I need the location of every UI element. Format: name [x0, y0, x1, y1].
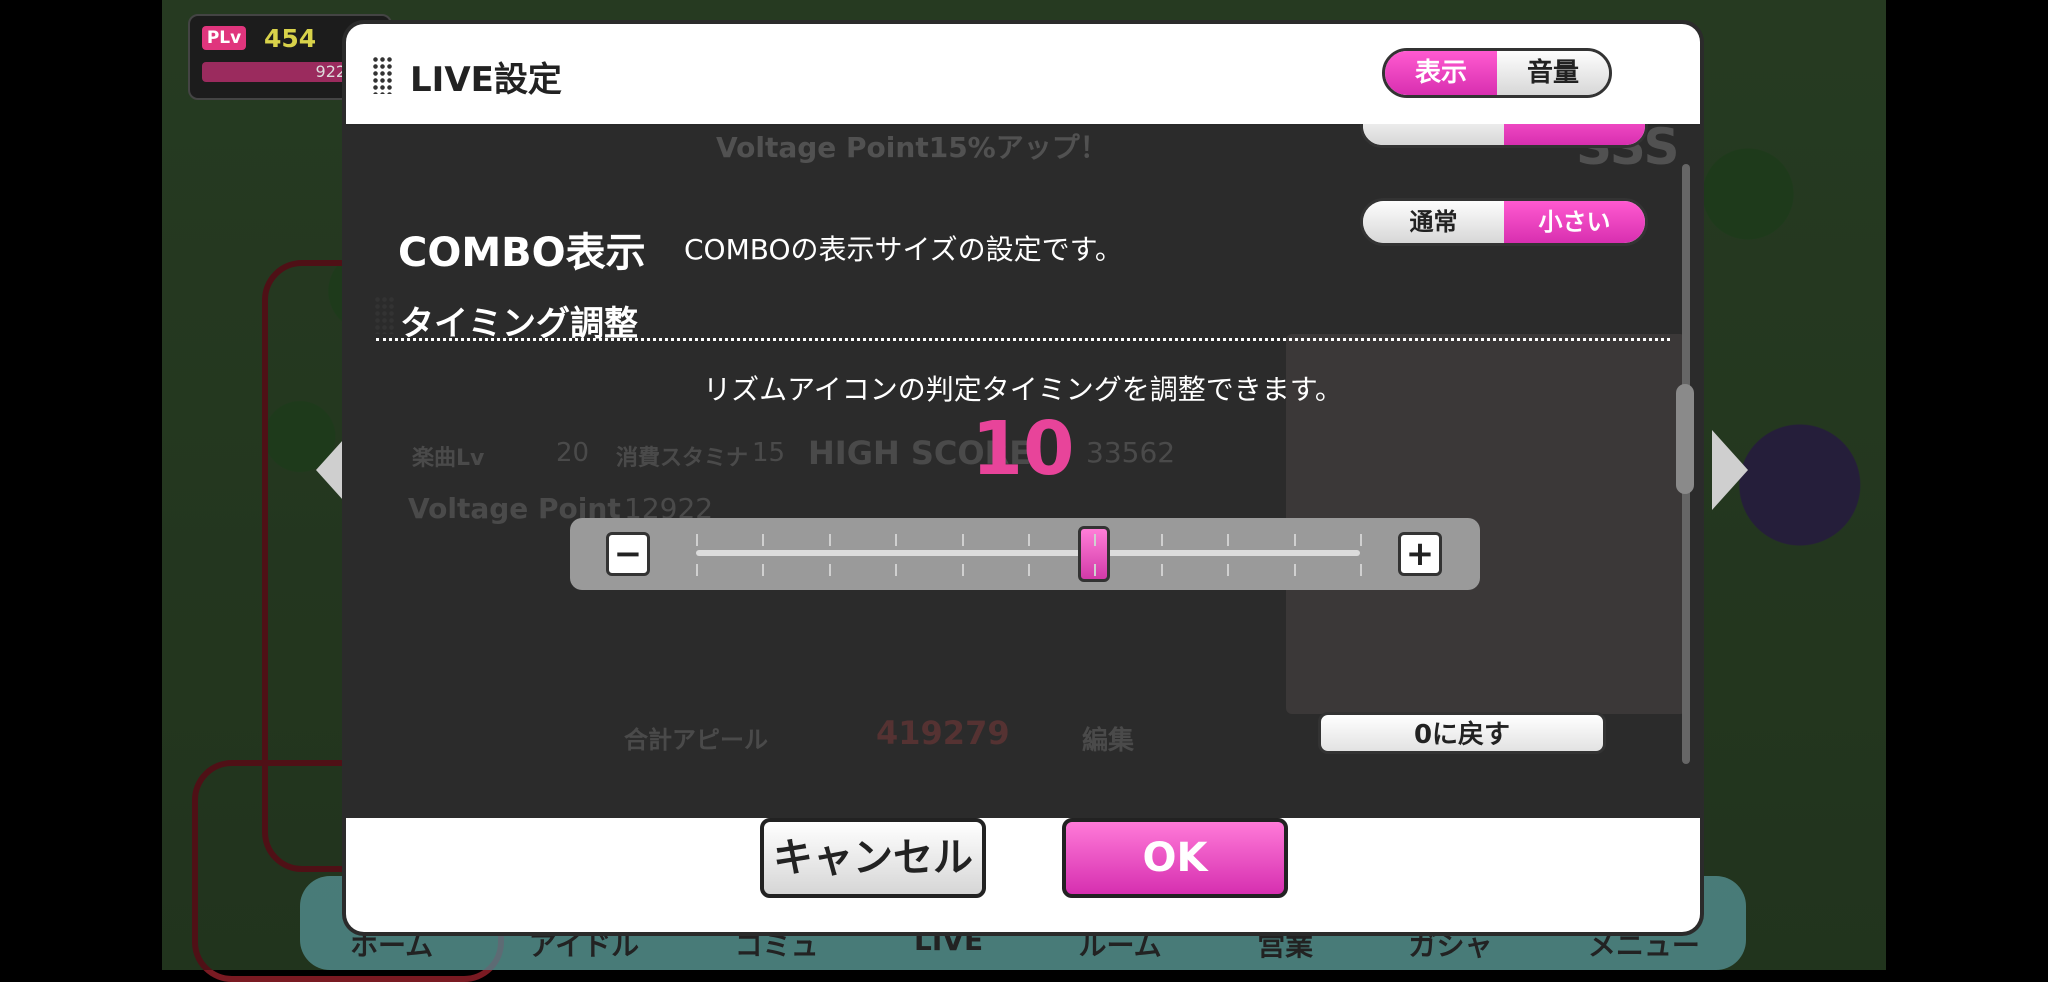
slider-tick — [696, 534, 698, 546]
combo-small-option[interactable]: 小さい — [1504, 201, 1645, 243]
player-level-badge: PLv — [202, 26, 246, 50]
slider-tick — [1294, 534, 1296, 546]
dotted-bullet-icon — [372, 56, 394, 94]
scrollbar-thumb[interactable] — [1676, 384, 1694, 494]
slider-tick — [1227, 564, 1229, 576]
tab-display[interactable]: 表示 — [1385, 51, 1497, 95]
slider-tick — [762, 564, 764, 576]
cancel-button[interactable]: キャンセル — [760, 818, 986, 898]
partial-toggle-left[interactable] — [1363, 124, 1504, 145]
live-settings-dialog: LIVE設定 表示 音量 Voltage Point15%アップ！ SSS CO… — [346, 24, 1700, 932]
ghost-edit-label: 編集 — [1082, 726, 1135, 756]
decrease-button[interactable]: − — [606, 532, 650, 576]
slider-tick — [696, 564, 698, 576]
slider-tick — [895, 564, 897, 576]
slider-tick — [1028, 534, 1030, 546]
slider-tick — [1360, 534, 1362, 546]
dialog-header: LIVE設定 表示 音量 — [346, 24, 1700, 126]
slider-tick — [1028, 564, 1030, 576]
settings-scroll-area[interactable]: Voltage Point15%アップ！ SSS COMBO表示 COMBOの表… — [346, 124, 1700, 818]
timing-slider-track[interactable] — [696, 550, 1360, 556]
tab-volume[interactable]: 音量 — [1497, 51, 1609, 95]
combo-title: COMBO表示 — [398, 230, 646, 276]
slider-tick — [895, 534, 897, 546]
slider-tick — [1094, 564, 1096, 576]
combo-description: COMBOの表示サイズの設定です。 — [684, 233, 1123, 266]
slider-tick — [1161, 564, 1163, 576]
slider-tick — [1161, 534, 1163, 546]
slider-tick — [829, 564, 831, 576]
combo-normal-option[interactable]: 通常 — [1363, 201, 1504, 243]
ok-button[interactable]: OK — [1062, 818, 1288, 898]
section-divider — [376, 338, 1670, 341]
next-arrow-icon[interactable] — [1712, 430, 1748, 510]
ghost-voltage-boost: Voltage Point15%アップ！ — [716, 131, 1108, 164]
timing-description: リズムアイコンの判定タイミングを調整できます。 — [703, 373, 1343, 406]
reset-to-zero-button[interactable]: 0に戻す — [1318, 712, 1606, 754]
combo-size-toggle: 通常 小さい — [1360, 198, 1648, 246]
player-level-value: 454 — [264, 24, 317, 53]
slider-tick — [1094, 534, 1096, 546]
increase-button[interactable]: + — [1398, 532, 1442, 576]
timing-slider-panel: − + — [570, 518, 1480, 590]
ghost-total-appeal: 419279 — [876, 714, 1010, 752]
partial-toggle[interactable] — [1360, 124, 1648, 148]
display-volume-toggle: 表示 音量 — [1382, 48, 1612, 98]
slider-tick — [829, 534, 831, 546]
partial-toggle-right[interactable] — [1504, 124, 1645, 145]
dialog-title: LIVE設定 — [410, 60, 562, 100]
slider-tick — [1227, 534, 1229, 546]
dotted-bullet-icon — [374, 296, 396, 334]
slider-tick — [962, 564, 964, 576]
slider-tick — [1360, 564, 1362, 576]
slider-tick — [762, 534, 764, 546]
slider-tick — [962, 534, 964, 546]
ghost-total-appeal-label: 合計アピール — [624, 726, 768, 754]
timing-value: 10 — [971, 406, 1075, 492]
slider-tick — [1294, 564, 1296, 576]
